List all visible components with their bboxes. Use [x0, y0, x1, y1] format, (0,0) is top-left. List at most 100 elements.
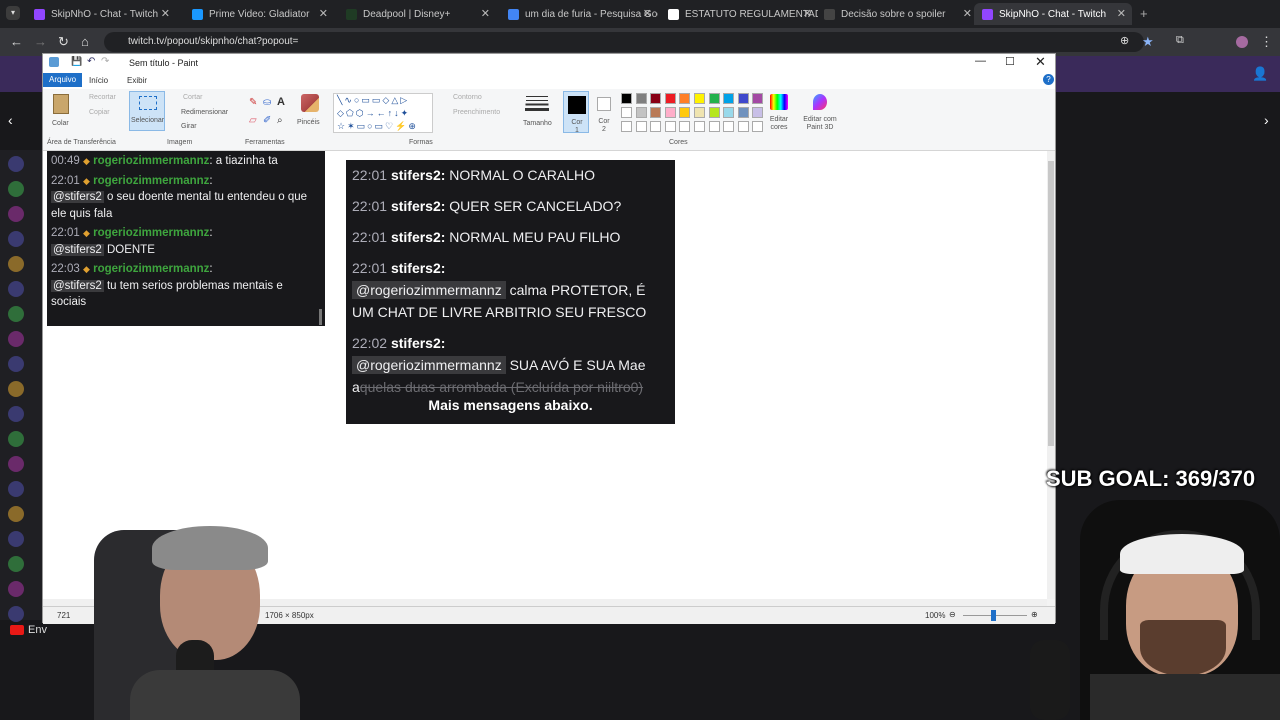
palette-swatch[interactable] [679, 93, 691, 104]
tab-menu-icon[interactable]: ▾ [6, 6, 20, 20]
size-button[interactable]: Tamanho [523, 92, 553, 132]
browser-tab[interactable]: Deadpool | Disney+ ✕ [338, 3, 496, 25]
forward-icon[interactable]: → [34, 34, 47, 49]
palette-swatch[interactable] [694, 107, 705, 118]
custom-color-swatch[interactable] [737, 121, 749, 132]
rotate-button[interactable]: Girar [181, 123, 197, 130]
tab-inicio[interactable]: Início [83, 74, 114, 88]
chat-mention[interactable]: @stifers2 [51, 243, 104, 256]
resize-button[interactable]: Redimensionar [181, 109, 228, 116]
tab-close-icon[interactable]: ✕ [1117, 7, 1126, 20]
palette-swatch[interactable] [752, 107, 764, 118]
new-tab-button[interactable]: + [1140, 6, 1148, 21]
outline-dropdown[interactable]: Contorno [453, 94, 482, 101]
chat-mention[interactable]: @stifers2 [51, 279, 104, 292]
browser-tab[interactable]: Prime Video: Gladiator ✕ [184, 3, 334, 25]
custom-color-swatch[interactable] [752, 121, 764, 132]
chat-username[interactable]: rogeriozimmermannz [93, 263, 209, 275]
browser-tab[interactable]: um dia de furia - Pesquisa Goo ✕ [500, 3, 658, 25]
palette-swatch[interactable] [737, 93, 749, 104]
custom-color-swatch[interactable] [650, 121, 662, 132]
undo-icon[interactable]: ↶ [87, 56, 95, 67]
browser-tab[interactable]: ESTATUTO REGULAMENTADOR✕ [660, 3, 818, 25]
bookmark-star-icon[interactable]: ★ [1142, 34, 1154, 50]
custom-color-swatch[interactable] [723, 121, 735, 132]
chat-username[interactable]: rogeriozimmermannz [93, 227, 209, 239]
palette-swatch[interactable] [650, 107, 662, 118]
zoom-slider-thumb[interactable] [991, 610, 996, 621]
save-icon[interactable]: 💾 [71, 56, 82, 67]
tab-close-icon[interactable]: ✕ [963, 7, 972, 20]
color2-button[interactable]: Cor 2 [593, 91, 615, 133]
eraser-icon[interactable]: ▱ [249, 115, 257, 126]
chat-username[interactable]: stifers2: [391, 198, 445, 214]
canvas-scrollbar-thumb[interactable] [1048, 161, 1054, 446]
zoom-out-button[interactable]: ⊖ [949, 610, 956, 619]
copy-button[interactable]: Copiar [89, 109, 110, 116]
fill-dropdown[interactable]: Preenchimento [453, 109, 500, 116]
crop-button[interactable]: Cortar [183, 94, 202, 101]
collapse-left-icon[interactable]: ‹ [8, 112, 13, 128]
edit-paint3d-button[interactable]: Editar com Paint 3D [799, 92, 841, 136]
chat-username[interactable]: stifers2: [391, 260, 445, 276]
chat-username[interactable]: stifers2: [391, 335, 445, 351]
zoom-icon[interactable]: ⊕ [1120, 34, 1129, 47]
help-icon[interactable]: ? [1043, 74, 1054, 85]
custom-color-swatch[interactable] [694, 121, 705, 132]
browser-menu-icon[interactable]: ⋮ [1260, 34, 1273, 50]
browser-tab[interactable]: Decisão sobre o spoiler ✕ [816, 3, 978, 25]
tab-close-icon[interactable]: ✕ [481, 7, 490, 20]
chat-username[interactable]: stifers2: [391, 167, 445, 183]
palette-swatch[interactable] [752, 93, 764, 104]
custom-color-swatch[interactable] [664, 121, 676, 132]
magnifier-icon[interactable]: ⌕ [277, 115, 283, 126]
profile-avatar-icon[interactable] [1236, 36, 1248, 48]
palette-swatch[interactable] [635, 93, 647, 104]
minimize-button[interactable]: — [975, 55, 986, 67]
text-tool-icon[interactable]: A [277, 96, 285, 108]
tab-close-icon[interactable]: ✕ [643, 7, 652, 20]
palette-swatch[interactable] [679, 107, 691, 118]
palette-swatch[interactable] [723, 93, 735, 104]
pencil-icon[interactable]: ✎ [249, 97, 257, 108]
chat-mention[interactable]: @rogeriozimmermannz [352, 356, 506, 374]
browser-tab[interactable]: SkipNhO - Chat - Twitch ✕ [974, 3, 1132, 25]
custom-color-swatch[interactable] [635, 121, 647, 132]
custom-color-swatch[interactable] [621, 121, 632, 132]
palette-swatch[interactable] [621, 93, 632, 104]
redo-icon[interactable]: ↷ [101, 56, 109, 67]
palette-swatch[interactable] [708, 93, 720, 104]
brushes-button[interactable]: Pincéis [295, 92, 325, 134]
user-list-icon[interactable]: 👤 [1252, 66, 1268, 82]
shapes-gallery[interactable]: ╲∿○▭▭◇△▷ ◇⬠⬡→←↑↓✦ ☆✶▭○▭♡⚡⊕ [333, 93, 433, 133]
color-picker-icon[interactable]: ✐ [263, 115, 271, 126]
maximize-button[interactable]: ☐ [1005, 55, 1015, 68]
tab-close-icon[interactable]: ✕ [319, 7, 328, 20]
tab-close-icon[interactable]: ✕ [161, 7, 170, 20]
back-icon[interactable]: ← [10, 34, 23, 49]
edit-colors-button[interactable]: Editar cores [765, 92, 793, 136]
fill-bucket-icon[interactable]: ⛀ [263, 97, 271, 108]
url-field[interactable]: twitch.tv/popout/skipnho/chat?popout= [104, 32, 1144, 52]
color1-button[interactable]: Cor 1 [563, 91, 589, 134]
palette-swatch[interactable] [737, 107, 749, 118]
close-button[interactable]: ✕ [1035, 54, 1046, 70]
custom-color-swatch[interactable] [708, 121, 720, 132]
select-button[interactable]: Selecionar [129, 91, 165, 131]
palette-swatch[interactable] [664, 107, 676, 118]
chat-username[interactable]: rogeriozimmermannz [93, 155, 209, 167]
reload-icon[interactable]: ↻ [58, 34, 69, 50]
send-button[interactable]: Env [10, 624, 60, 644]
paste-button[interactable]: Colar [49, 92, 73, 132]
palette-swatch[interactable] [635, 107, 647, 118]
palette-swatch[interactable] [664, 93, 676, 104]
tab-exibir[interactable]: Exibir [121, 74, 153, 88]
palette-swatch[interactable] [650, 93, 662, 104]
chat-mention[interactable]: @stifers2 [51, 191, 104, 203]
extensions-icon[interactable]: ⧉ [1176, 34, 1184, 47]
palette-swatch[interactable] [723, 107, 735, 118]
browser-tab[interactable]: SkipNhO - Chat - Twitch ✕ [26, 3, 176, 25]
chat-username[interactable]: rogeriozimmermannz [93, 175, 209, 187]
home-icon[interactable]: ⌂ [81, 34, 89, 49]
custom-color-swatch[interactable] [679, 121, 691, 132]
